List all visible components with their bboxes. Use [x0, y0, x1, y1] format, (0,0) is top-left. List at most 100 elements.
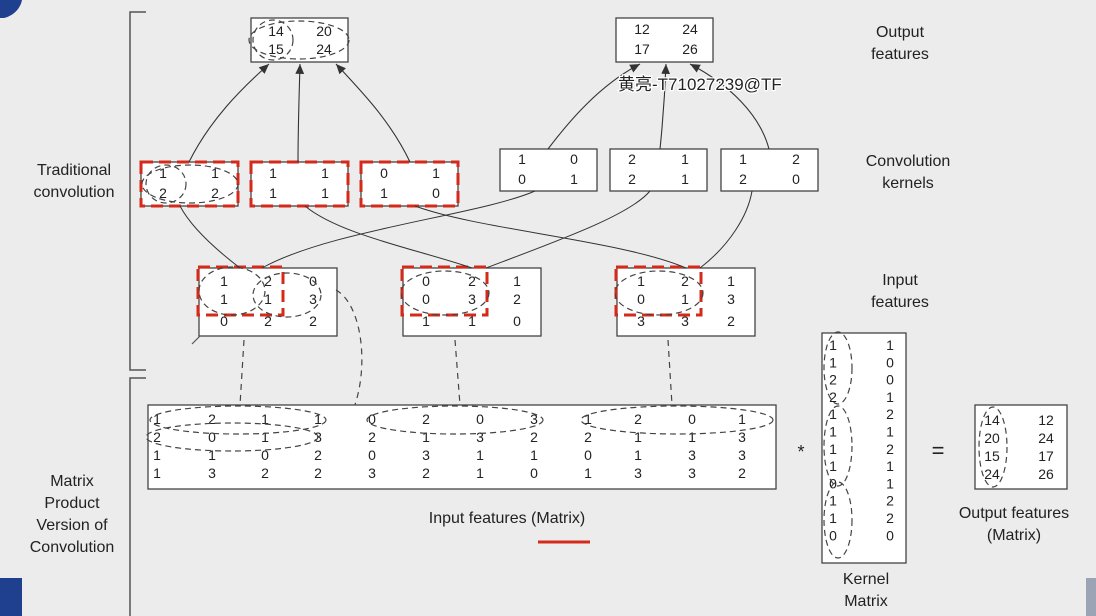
output-matrix-cell: 24 [1038, 430, 1054, 446]
arrow-kernel3-to-output1 [335, 63, 411, 163]
input-matrix-cell: 2 [422, 411, 430, 427]
arrow-kernel1-to-output1 [188, 63, 270, 163]
input-matrix-cell: 0 [584, 447, 592, 463]
svg-text:Output: Output [876, 24, 925, 41]
svg-text:2: 2 [264, 313, 272, 329]
input-matrix-cell: 2 [153, 429, 161, 445]
kernel-matrix-cell: 2 [829, 372, 837, 388]
svg-text:1: 1 [321, 185, 329, 201]
convolution-kernel-3: 1 2 2 0 [720, 148, 819, 192]
svg-text:24: 24 [316, 41, 332, 57]
input-feature-map-2: 0 2 1 0 3 2 1 1 0 [400, 265, 542, 337]
input-matrix-cell: 3 [368, 465, 376, 481]
link-kernel1-input1 [179, 205, 241, 269]
output-matrix-label: Output features (Matrix) [959, 505, 1069, 544]
svg-text:1: 1 [727, 273, 735, 289]
slide-corner-decoration [1086, 578, 1096, 616]
kernel-matrix-cell: 2 [886, 493, 894, 509]
input-matrix-cell: 3 [476, 429, 484, 445]
input-features-matrix: 1 2 1 1 0 2 0 3 1 2 0 12 0 1 3 2 1 3 2 2 1 1 31 1 0 2 0 3 1 1 0 1 3 31 3 2 2… [145, 404, 777, 490]
input-kernel-1: 1 1 2 2 [139, 160, 240, 208]
kernel-matrix-cell: 2 [886, 510, 894, 526]
kernel-matrix-cell: 1 [829, 458, 837, 474]
svg-text:Kernel: Kernel [843, 571, 889, 588]
svg-text:2: 2 [264, 273, 272, 289]
convolution-kernels-label: Convolution kernels [866, 153, 951, 192]
svg-text:1: 1 [220, 291, 228, 307]
svg-text:0: 0 [518, 171, 526, 187]
output-matrix-cell: 20 [984, 430, 1000, 446]
matrix-version-label: Matrix Product Version of Convolution [30, 473, 115, 556]
equals-sign: = [932, 438, 945, 463]
svg-text:Convolution: Convolution [866, 153, 951, 170]
input-matrix-cell: 2 [634, 411, 642, 427]
link-kernel3-input3 [414, 205, 687, 269]
input-matrix-cell: 3 [688, 465, 696, 481]
input-matrix-cell: 1 [208, 447, 216, 463]
output-matrix-cell: 17 [1038, 448, 1054, 464]
slide-logo-fragment [0, 0, 22, 18]
dashed-link-3 [667, 339, 673, 406]
svg-text:1: 1 [211, 165, 219, 181]
svg-text:3: 3 [468, 291, 476, 307]
kernel-matrix-cell: 2 [886, 406, 894, 422]
input-matrix-cell: 0 [688, 411, 696, 427]
svg-text:1: 1 [432, 165, 440, 181]
svg-text:1: 1 [422, 313, 430, 329]
svg-text:features: features [871, 46, 929, 63]
svg-text:1: 1 [269, 165, 277, 181]
kernel-matrix-cell: 2 [886, 441, 894, 457]
input-matrix-cell: 2 [208, 411, 216, 427]
convolution-kernel-1: 1 0 0 1 [499, 148, 598, 192]
svg-text:convolution: convolution [34, 184, 115, 201]
input-matrix-cell: 1 [261, 429, 269, 445]
output-features-label: Output features [871, 24, 929, 63]
traditional-label: Traditional convolution [34, 162, 115, 201]
svg-text:0: 0 [220, 313, 228, 329]
svg-text:3: 3 [727, 291, 735, 307]
svg-text:1: 1 [681, 151, 689, 167]
svg-text:12: 12 [634, 21, 650, 37]
input-matrix-cell: 1 [738, 411, 746, 427]
kernel-matrix-cell: 1 [829, 406, 837, 422]
kernel-matrix-label: Kernel Matrix [843, 571, 889, 610]
svg-text:2: 2 [468, 273, 476, 289]
output-matrix-cell: 26 [1038, 466, 1054, 482]
input-matrix-cell: 2 [738, 465, 746, 481]
input-kernel-3: 0 1 1 0 [359, 160, 460, 208]
kernel-matrix-cell: 1 [886, 389, 894, 405]
kernel-matrix-cell: 1 [829, 510, 837, 526]
output-matrix-cell: 14 [984, 412, 1000, 428]
input-matrix-cell: 2 [314, 447, 322, 463]
input-matrix-cell: 2 [530, 429, 538, 445]
input-matrix-cell: 0 [368, 447, 376, 463]
svg-text:1: 1 [637, 273, 645, 289]
input-matrix-cell: 1 [153, 447, 161, 463]
dashed-link-2 [454, 339, 461, 406]
svg-text:1: 1 [513, 273, 521, 289]
arrow-kernel2-to-output1 [295, 63, 305, 163]
svg-text:2: 2 [739, 171, 747, 187]
input-matrix-cell: 3 [208, 465, 216, 481]
output-matrix-cell: 24 [984, 466, 1000, 482]
kernel-matrix-cell: 1 [829, 337, 837, 353]
svg-text:1: 1 [468, 313, 476, 329]
svg-text:Product: Product [44, 495, 100, 512]
svg-text:1: 1 [380, 185, 388, 201]
input-matrix-cell: 0 [530, 465, 538, 481]
kernel-matrix-cell: 1 [886, 337, 894, 353]
input-matrix-cell: 3 [738, 447, 746, 463]
watermark: 黄亮-T71027239@TF [618, 75, 782, 94]
svg-text:14: 14 [268, 23, 284, 39]
svg-text:0: 0 [792, 171, 800, 187]
input-feature-map-1: 1 2 0 1 1 3 0 2 2 [196, 265, 338, 337]
output-matrix-cell: 15 [984, 448, 1000, 464]
kernel-matrix-cell: 0 [886, 354, 894, 370]
link-input2-conv2 [485, 190, 651, 269]
svg-text:2: 2 [792, 151, 800, 167]
kernel-matrix-cell: 0 [829, 527, 837, 543]
svg-text:1: 1 [681, 171, 689, 187]
kernel-matrix-cell: 0 [886, 372, 894, 388]
input-matrix-cell: 3 [634, 465, 642, 481]
matrix-bracket [129, 377, 146, 616]
